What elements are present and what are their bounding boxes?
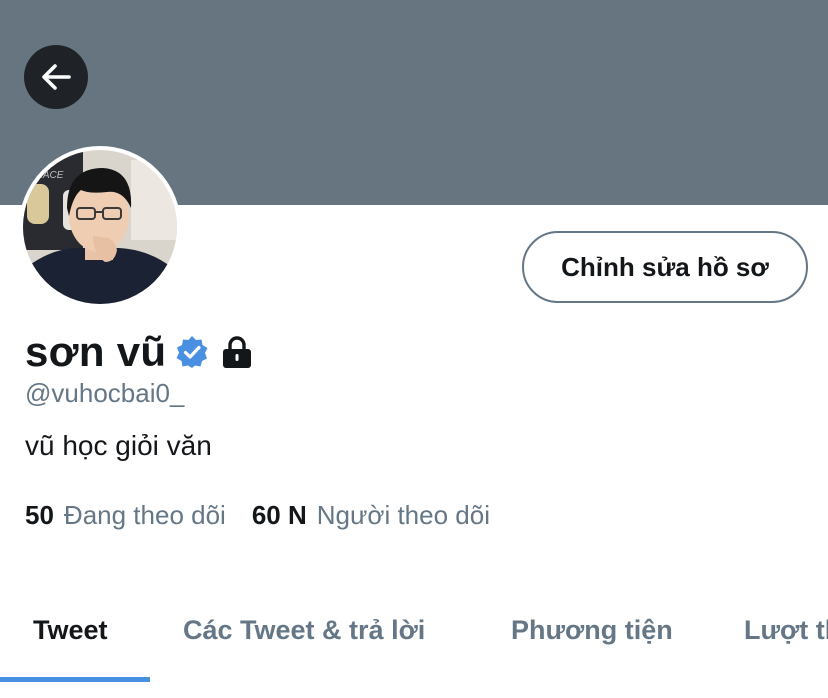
profile-handle: @vuhocbai0_ [25, 378, 185, 408]
followers-label: Người theo dõi [316, 499, 490, 530]
display-name: sơn vũ [25, 328, 167, 375]
following-count: 50 [25, 499, 54, 530]
profile-bio: vũ học giỏi văn [25, 430, 212, 461]
follow-stats: 50 Đang theo dõi 60 N Người theo dõi [25, 498, 490, 532]
tab-tweets-and-replies[interactable]: Các Tweet & trả lời [183, 595, 425, 679]
following-label: Đang theo dõi [63, 499, 226, 530]
tab-media[interactable]: Phương tiện [511, 595, 673, 679]
profile-page: XRACE Chỉnh sửa hồ sơ sơn vũ @vuhocbai0_… [0, 0, 828, 698]
name-row: sơn vũ [25, 324, 253, 380]
tab-likes[interactable]: Lượt thích [744, 595, 828, 679]
followers-stat[interactable]: 60 N Người theo dõi [252, 500, 490, 531]
following-stat[interactable]: 50 Đang theo dõi [25, 500, 226, 531]
active-tab-indicator [0, 677, 150, 682]
tab-tweets[interactable]: Tweet [33, 595, 108, 679]
back-button[interactable] [24, 45, 88, 109]
avatar-image: XRACE [23, 150, 177, 304]
followers-count: 60 N [251, 499, 307, 530]
verified-badge-icon [176, 336, 208, 368]
lock-icon [223, 336, 252, 368]
avatar[interactable]: XRACE [19, 146, 181, 308]
arrow-left-icon [42, 64, 71, 90]
edit-profile-button[interactable]: Chỉnh sửa hồ sơ [522, 231, 808, 303]
profile-tabs: Tweet Các Tweet & trả lời Phương tiện Lư… [0, 595, 828, 685]
